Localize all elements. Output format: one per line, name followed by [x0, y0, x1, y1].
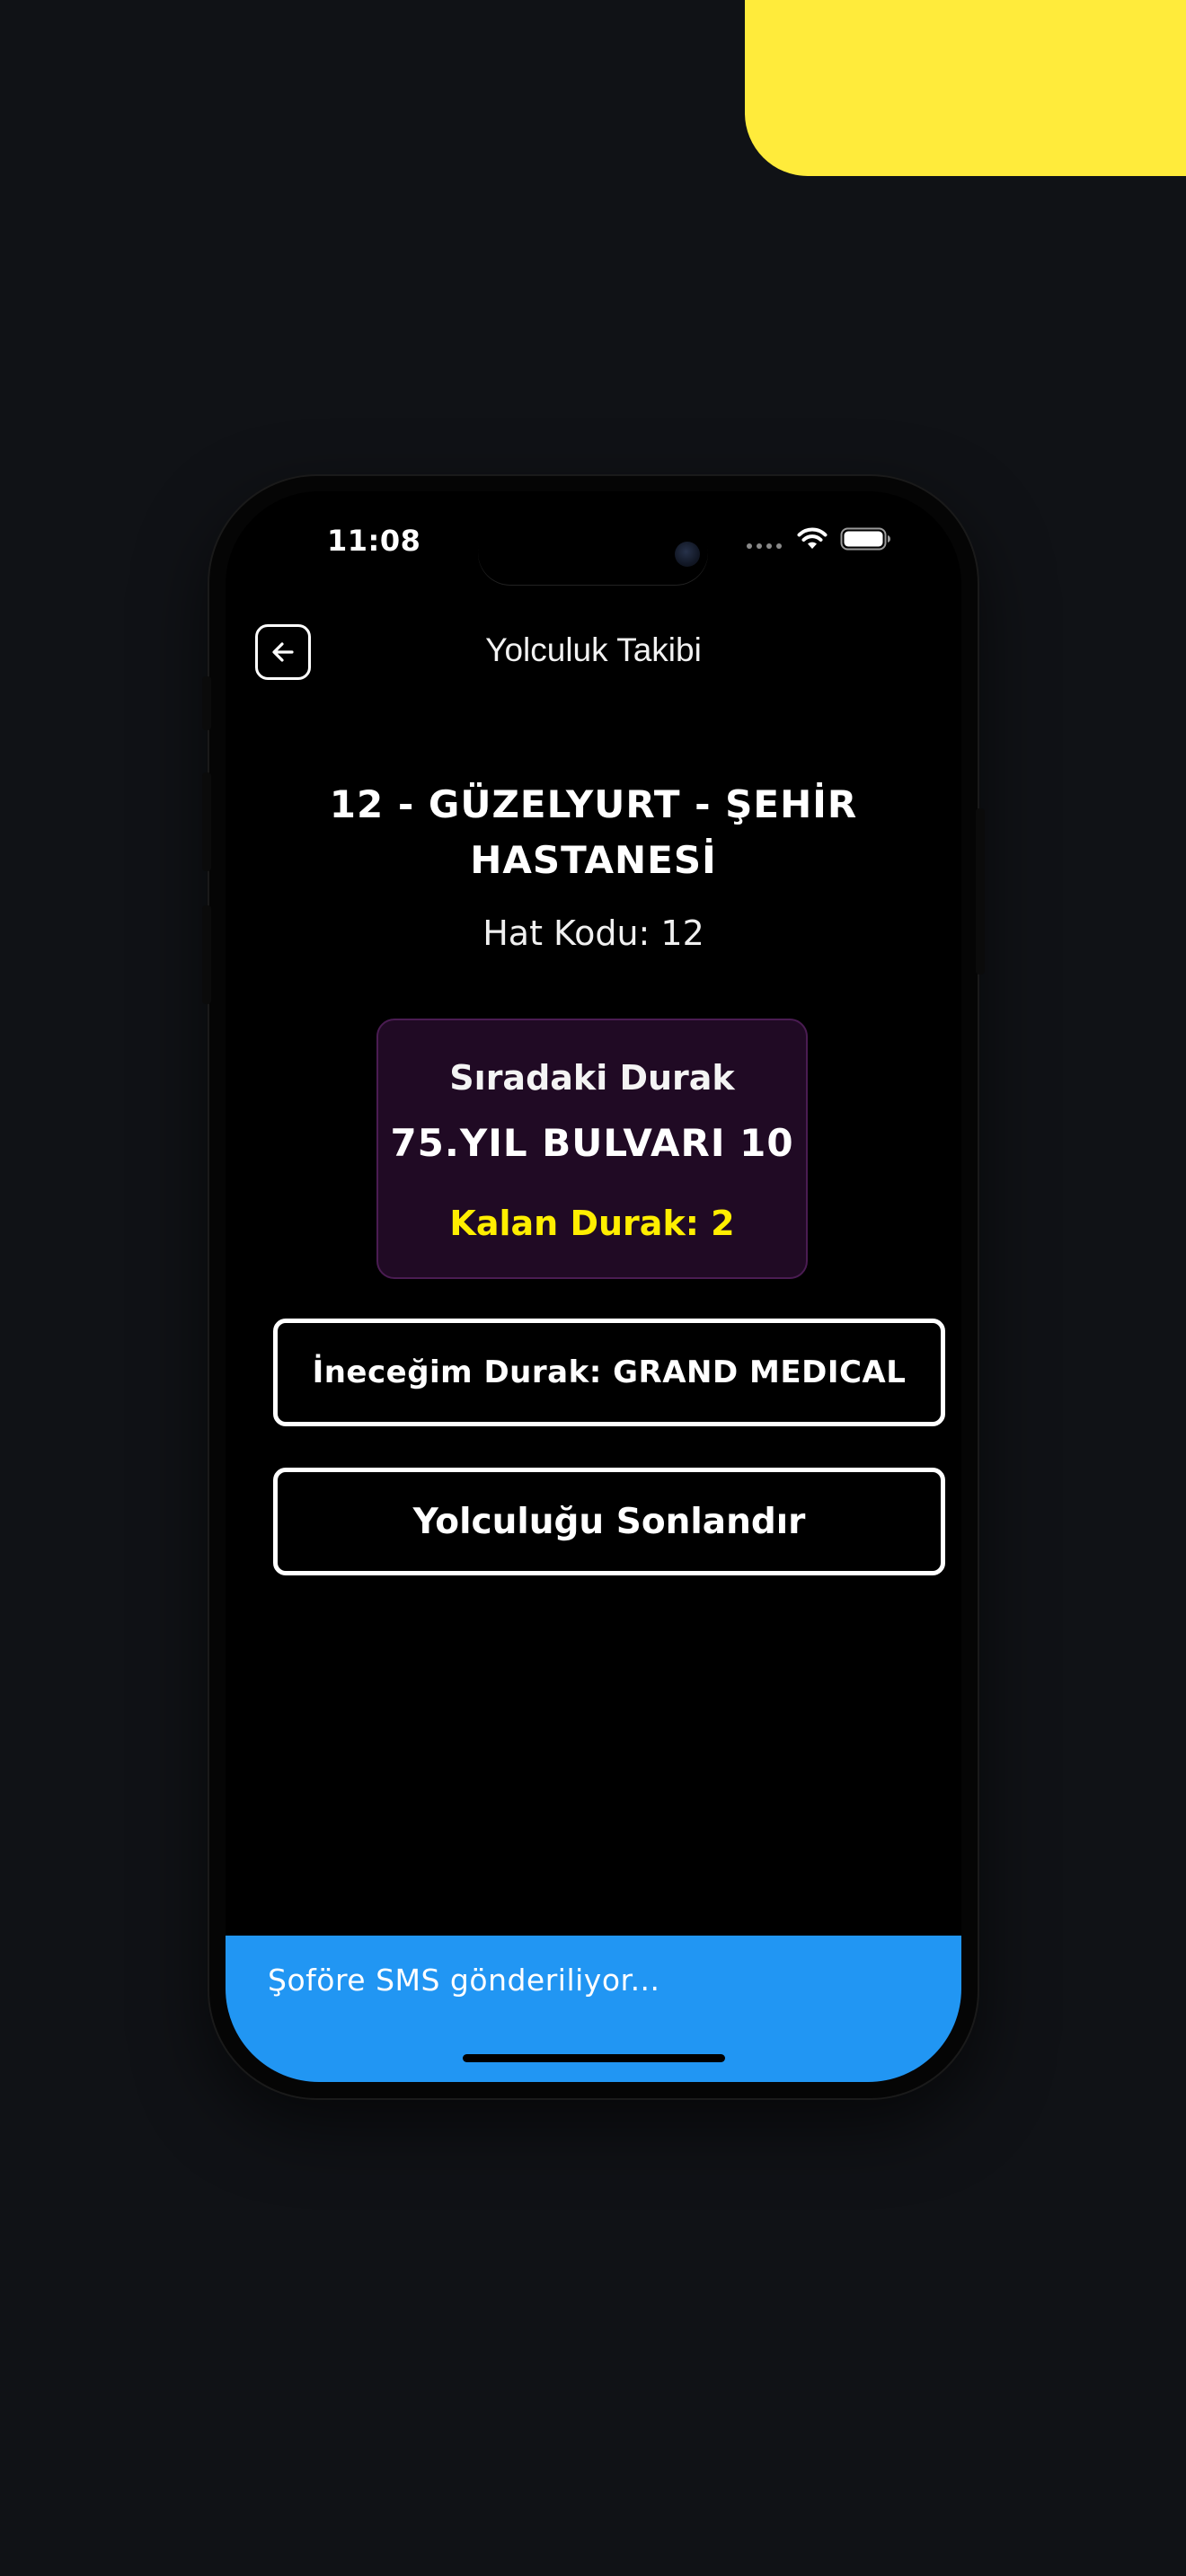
route-title: 12 - GÜZELYURT - ŞEHİR HASTANESİ: [329, 782, 858, 882]
next-stop-label: Sıradaki Durak: [449, 1058, 735, 1098]
next-stop-name: 75.YIL BULVARI 10: [390, 1121, 794, 1165]
cellular-signal-icon: [747, 543, 782, 549]
end-trip-button[interactable]: Yolculuğu Sonlandır: [273, 1468, 945, 1575]
yellow-corner-decoration: [745, 0, 1186, 176]
home-indicator[interactable]: [463, 2054, 725, 2062]
wifi-icon: [797, 527, 828, 549]
snackbar-message: Şoföre SMS gönderiliyor...: [268, 1963, 660, 1998]
front-camera-icon: [675, 542, 700, 567]
volume-down-button: [202, 905, 211, 1004]
destination-stop-button[interactable]: İneceğim Durak: GRAND MEDICAL: [273, 1319, 945, 1426]
status-time: 11:08: [327, 524, 421, 558]
remaining-stops-count: Kalan Durak: 2: [449, 1204, 735, 1243]
phone-screen: 11:08 Yolculuk Takibi 12 - GÜZELYURT - Ş…: [226, 491, 961, 2082]
volume-up-button: [202, 772, 211, 871]
silent-switch: [202, 676, 211, 730]
page-title: Yolculuk Takibi: [485, 631, 702, 668]
battery-full-icon: [840, 527, 890, 551]
route-code: Hat Kodu: 12: [482, 913, 704, 953]
phone-frame: 11:08 Yolculuk Takibi 12 - GÜZELYURT - Ş…: [202, 476, 985, 2098]
next-stop-card: Sıradaki Durak 75.YIL BULVARI 10 Kalan D…: [376, 1019, 808, 1279]
dynamic-island: [478, 520, 708, 585]
power-button: [976, 808, 985, 975]
